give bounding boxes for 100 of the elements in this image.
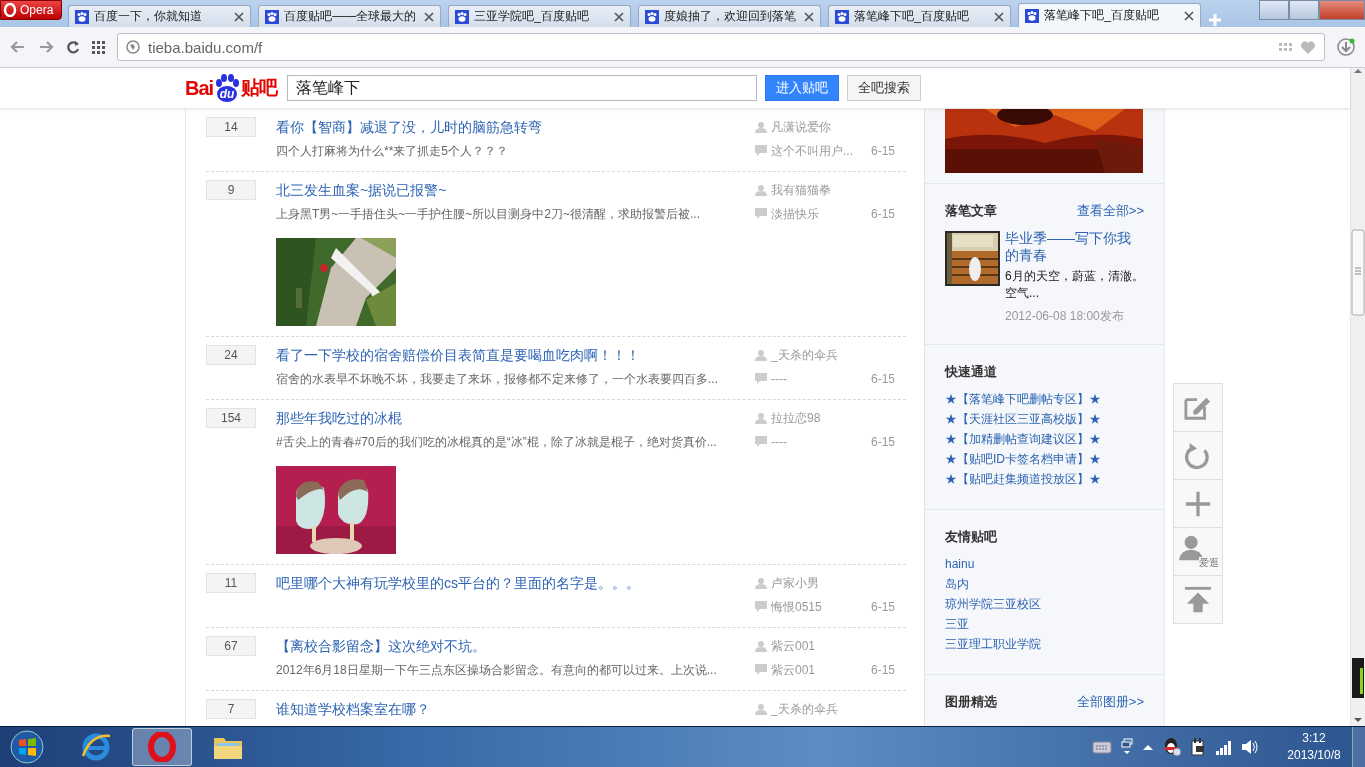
speaker-icon[interactable] — [1241, 738, 1259, 756]
reply-count: 154 — [206, 408, 256, 428]
tab-title: 百度一下，你就知道 — [94, 8, 204, 25]
close-icon[interactable] — [424, 11, 435, 22]
paw-icon — [835, 9, 850, 24]
friend-bar-link[interactable]: 琼州学院三亚校区 — [945, 594, 1144, 614]
author-link[interactable]: _天杀的伞兵 — [771, 345, 838, 365]
close-icon[interactable] — [994, 11, 1005, 22]
search-all-button[interactable]: 全吧搜索 — [847, 75, 922, 101]
signal-icon[interactable] — [1215, 739, 1232, 755]
plus-icon — [1184, 489, 1212, 518]
speed-dial-icon[interactable] — [92, 40, 105, 54]
author-link[interactable]: 紫云001 — [771, 636, 816, 656]
chat-app-icon[interactable] — [1163, 737, 1181, 757]
author-link[interactable]: 我有猫猫拳 — [771, 180, 831, 200]
back-to-top-button[interactable] — [1173, 575, 1223, 624]
section-heading: 快速通道 — [945, 363, 997, 381]
opera-icon — [147, 732, 177, 762]
keyboard-icon[interactable] — [1092, 738, 1112, 756]
friend-bar-link[interactable]: 三亚 — [945, 614, 1144, 634]
address-text: tieba.baidu.com/f — [148, 38, 263, 56]
user-button[interactable]: 爱逛 — [1173, 527, 1223, 576]
last-reply-link[interactable]: ---- — [771, 369, 787, 389]
search-field[interactable]: 落笔峰下 — [287, 75, 758, 101]
last-reply-link[interactable]: 这个不叫用户... — [771, 141, 853, 161]
comment-icon — [755, 436, 767, 448]
friend-bar-link[interactable]: 三亚理工职业学院 — [945, 634, 1144, 654]
quick-link[interactable]: ★【落笔峰下吧删帖专区】★ — [945, 389, 1144, 409]
thread-title-link[interactable]: 【离校合影留念】这次绝对不坑。 — [276, 638, 486, 654]
power-plug-icon[interactable] — [1190, 737, 1206, 757]
refresh-button[interactable] — [1173, 431, 1223, 480]
browser-menu-button[interactable]: Opera — [0, 0, 63, 20]
view-all-link[interactable]: 查看全部>> — [1076, 202, 1144, 220]
thread-title-link[interactable]: 北三发生血案~据说已报警~ — [276, 182, 447, 198]
minimize-button[interactable] — [1259, 0, 1289, 20]
site-logo[interactable]: Bai du 贴吧 — [185, 73, 278, 103]
author-link[interactable]: 卢家小男 — [771, 573, 819, 593]
paw-icon — [75, 9, 90, 24]
thread-snippet: 宿舍的水表早不坏晚不坏，我要走了来坏，报修都不定来修了，一个水表要四百多... — [276, 371, 719, 388]
close-icon[interactable] — [234, 11, 245, 22]
author-link[interactable]: 拉拉恋98 — [771, 408, 821, 428]
browser-tab[interactable]: 度娘抽了，欢迎回到落笔 — [638, 5, 822, 27]
close-icon[interactable] — [804, 11, 815, 22]
reply-count: 14 — [206, 117, 256, 137]
reply-count: 9 — [206, 180, 256, 200]
close-icon[interactable] — [614, 11, 625, 22]
thread-title-link[interactable]: 那些年我吃过的冰棍 — [276, 410, 402, 426]
tab-title: 落笔峰下吧_百度贴吧 — [854, 8, 971, 25]
thread-title-link[interactable]: 吧里哪个大神有玩学校里的cs平台的？里面的名字是。。。 — [276, 575, 640, 591]
taskbar-app-button[interactable] — [132, 728, 192, 766]
reply-date: 6-15 — [870, 143, 895, 160]
reload-icon[interactable] — [66, 40, 80, 54]
back-icon[interactable] — [10, 40, 26, 54]
clock[interactable]: 3:12 2013/10/8 — [1282, 730, 1346, 764]
tab-title: 三亚学院吧_百度贴吧 — [474, 8, 591, 25]
view-all-link[interactable]: 全部图册>> — [1076, 693, 1144, 711]
browser-tab[interactable]: 百度贴吧——全球最大的 — [258, 5, 442, 27]
enter-bar-button[interactable]: 进入贴吧 — [765, 75, 840, 101]
article-title-link[interactable]: 毕业季——写下你我的青春 — [1005, 230, 1144, 264]
last-reply-link[interactable]: 紫云001 — [771, 660, 816, 680]
browser-tab[interactable]: 落笔峰下吧_百度贴吧 — [828, 5, 1012, 27]
add-button[interactable] — [1173, 479, 1223, 528]
reply-count: 67 — [206, 636, 256, 656]
author-link[interactable]: _天杀的伞兵 — [771, 699, 838, 719]
thread-title-link[interactable]: 看了一下学校的宿舍赔偿价目表简直是要喝血吃肉啊！！！ — [276, 347, 640, 363]
friend-bar-link[interactable]: 岛内 — [945, 574, 1144, 594]
comment-icon — [755, 145, 767, 157]
browser-tab[interactable]: 三亚学院吧_百度贴吧 — [448, 5, 632, 27]
new-post-button[interactable] — [1173, 383, 1223, 432]
download-icon[interactable] — [1337, 38, 1355, 56]
quick-link[interactable]: ★【贴吧ID卡签名档申请】★ — [945, 449, 1144, 469]
browser-tab[interactable]: 落笔峰下吧_百度贴吧 — [1018, 3, 1202, 27]
person-icon — [755, 412, 767, 424]
tray-expand-icon[interactable] — [1142, 742, 1154, 752]
tab-title: 落笔峰下吧_百度贴吧 — [1044, 7, 1161, 24]
maximize-button[interactable] — [1289, 0, 1319, 20]
paw-icon — [265, 9, 280, 24]
quick-link[interactable]: ★【贴吧赶集频道投放区】★ — [945, 469, 1144, 489]
section-heading: 图册精选 — [945, 693, 997, 711]
last-reply-link[interactable]: 悔恨0515 — [771, 597, 822, 617]
quick-link[interactable]: ★【加精删帖查询建议区】★ — [945, 429, 1144, 449]
section-heading: 落笔文章 — [945, 202, 997, 220]
close-icon[interactable] — [1184, 10, 1195, 21]
article-date: 2012-06-08 18:00发布 — [1005, 308, 1125, 324]
quick-link[interactable]: ★【天涯社区三亚高校版】★ — [945, 409, 1144, 429]
paw-icon — [1025, 8, 1040, 23]
last-reply-link[interactable]: ---- — [771, 432, 787, 452]
reply-date: 6-15 — [870, 434, 895, 451]
refresh-icon — [1184, 441, 1212, 470]
thread-title-link[interactable]: 看你【智商】减退了没，儿时的脑筋急转弯 — [276, 119, 542, 135]
friend-bar-link[interactable]: hainu — [945, 554, 1144, 574]
person-icon — [755, 349, 767, 361]
thread-title-link[interactable]: 谁知道学校档案室在哪？ — [276, 701, 430, 717]
forward-icon[interactable] — [38, 40, 54, 54]
start-button[interactable] — [10, 730, 44, 764]
last-reply-link[interactable]: 淡描快乐 — [771, 204, 819, 224]
browser-tab[interactable]: 百度一下，你就知道 — [68, 5, 252, 27]
author-link[interactable]: 凡潇说爱你 — [771, 117, 831, 137]
windows-stack-icon[interactable] — [1121, 738, 1133, 756]
tab-title: 度娘抽了，欢迎回到落笔 — [664, 8, 798, 25]
